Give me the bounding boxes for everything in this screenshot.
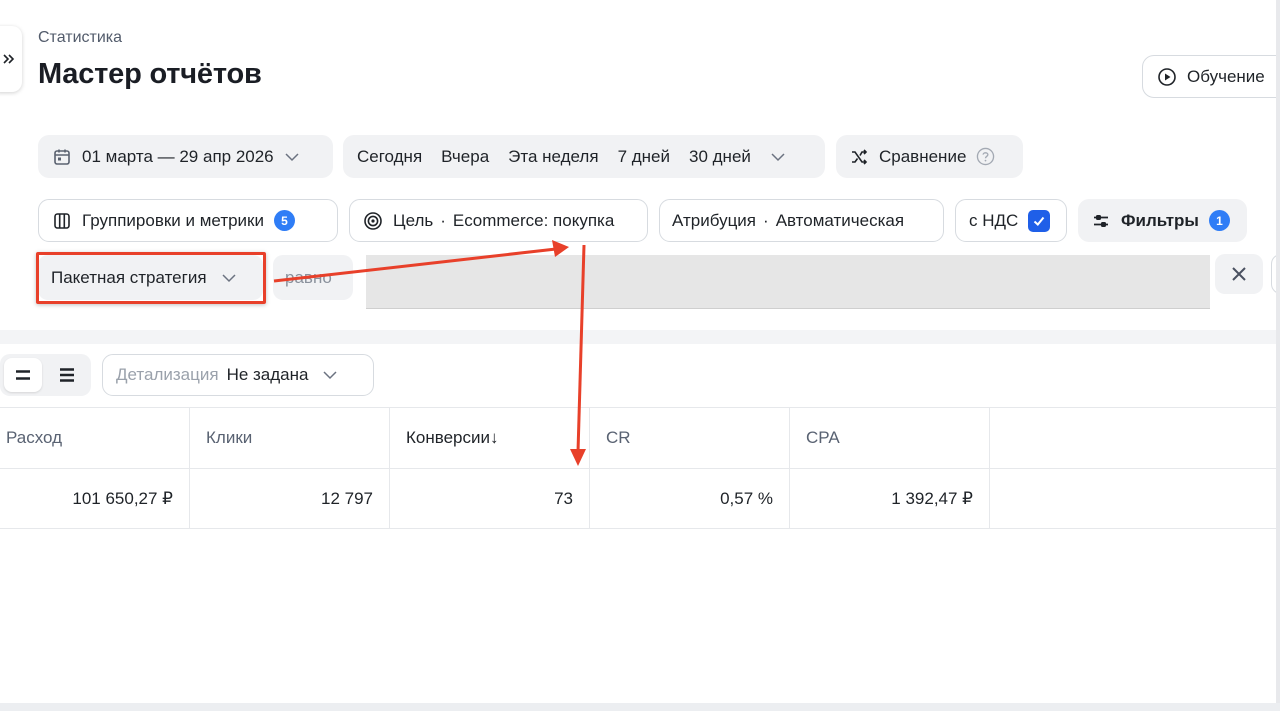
filter-operator-select[interactable]: равно	[273, 255, 353, 300]
dense-rows-icon	[60, 368, 74, 382]
dense-view-button[interactable]	[48, 358, 86, 392]
columns-icon	[54, 212, 70, 229]
column-header-conversions[interactable]: Конверсии ↓	[390, 408, 590, 468]
quick-range-group: Сегодня Вчера Эта неделя 7 дней 30 дней	[343, 135, 825, 178]
filters-count-badge: 1	[1208, 210, 1230, 231]
quick-range-today[interactable]: Сегодня	[357, 147, 422, 167]
separator-dot: ·	[763, 210, 769, 230]
sort-desc-icon: ↓	[490, 428, 499, 447]
sliders-icon	[1094, 214, 1108, 227]
chevron-down-icon	[323, 371, 338, 380]
quick-range-yesterday[interactable]: Вчера	[441, 147, 489, 167]
quick-range-7-days[interactable]: 7 дней	[618, 147, 670, 167]
cell-spend: 101 650,27 ₽	[0, 469, 190, 528]
column-header-cr[interactable]: CR	[590, 408, 790, 468]
groups-metrics-button[interactable]: Группировки и метрики 5	[38, 199, 338, 242]
annotation-highlight	[36, 252, 266, 304]
shuffle-icon	[852, 148, 868, 165]
vat-checkbox[interactable]	[1028, 209, 1051, 232]
filters-label: Фильтры	[1121, 210, 1199, 230]
target-icon	[364, 211, 382, 230]
sidebar-expand-button[interactable]	[0, 26, 22, 92]
table-header-row: Расход Клики Конверсии ↓ CR CPA	[0, 407, 1280, 468]
page-title: Мастер отчётов	[38, 58, 262, 90]
vat-label: с НДС	[969, 210, 1019, 230]
filters-button[interactable]: Фильтры 1	[1078, 199, 1247, 242]
compare-button[interactable]: Сравнение	[836, 135, 1023, 178]
remove-filter-button[interactable]	[1215, 254, 1263, 294]
section-divider	[0, 330, 1280, 344]
breadcrumb[interactable]: Статистика	[38, 29, 122, 47]
goal-label: Цель	[393, 210, 434, 230]
compact-view-button[interactable]	[4, 358, 42, 392]
compact-rows-icon	[16, 370, 30, 380]
cell-clicks: 12 797	[190, 469, 390, 528]
attribution-selector[interactable]: Атрибуция · Автоматическая	[659, 199, 944, 242]
filter-value-dropdown[interactable]	[366, 255, 1210, 309]
cell-conversions: 73	[390, 469, 590, 528]
column-header-cpa[interactable]: CPA	[790, 408, 990, 468]
table-row: 101 650,27 ₽ 12 797 73 0,57 % 1 392,47 ₽	[0, 468, 1280, 529]
groups-count-badge: 5	[274, 210, 295, 231]
groups-metrics-label: Группировки и метрики	[82, 210, 264, 230]
chevron-down-icon	[285, 152, 299, 161]
cell-cpa: 1 392,47 ₽	[790, 469, 990, 528]
attribution-value: Автоматическая	[775, 210, 905, 230]
column-header-spend[interactable]: Расход	[0, 408, 190, 468]
calendar-icon	[54, 149, 70, 165]
tutorial-label: Обучение	[1187, 66, 1265, 86]
detail-value: Не задана	[226, 365, 309, 384]
detail-select[interactable]: Детализация Не задана	[102, 354, 374, 396]
goal-selector[interactable]: Цель · Ecommerce: покупка	[349, 199, 648, 242]
column-header-clicks[interactable]: Клики	[190, 408, 390, 468]
density-toggle	[0, 354, 91, 396]
double-chevron-right-icon	[3, 54, 15, 64]
separator-dot: ·	[440, 210, 446, 230]
attribution-label: Атрибуция	[672, 210, 757, 230]
play-circle-icon	[1158, 67, 1176, 86]
close-icon	[1232, 267, 1246, 281]
quick-range-30-days[interactable]: 30 дней	[689, 147, 751, 167]
quick-range-this-week[interactable]: Эта неделя	[508, 147, 598, 167]
tutorial-button[interactable]: Обучение	[1142, 55, 1280, 98]
chevron-down-icon[interactable]	[770, 149, 786, 165]
vat-toggle[interactable]: с НДС	[955, 199, 1067, 242]
checkmark-icon	[1034, 216, 1045, 226]
help-icon[interactable]	[976, 147, 995, 166]
window-edge	[1276, 0, 1280, 711]
cell-cr: 0,57 %	[590, 469, 790, 528]
date-range-picker[interactable]: 01 марта — 29 апр 2026	[38, 135, 333, 178]
compare-label: Сравнение	[879, 146, 967, 166]
detail-label: Детализация	[116, 365, 219, 384]
date-range-value: 01 марта — 29 апр 2026	[82, 146, 274, 166]
goal-value: Ecommerce: покупка	[452, 210, 615, 230]
window-bottom-edge	[0, 703, 1280, 711]
stats-table: Расход Клики Конверсии ↓ CR CPA 101 650,2…	[0, 407, 1280, 529]
